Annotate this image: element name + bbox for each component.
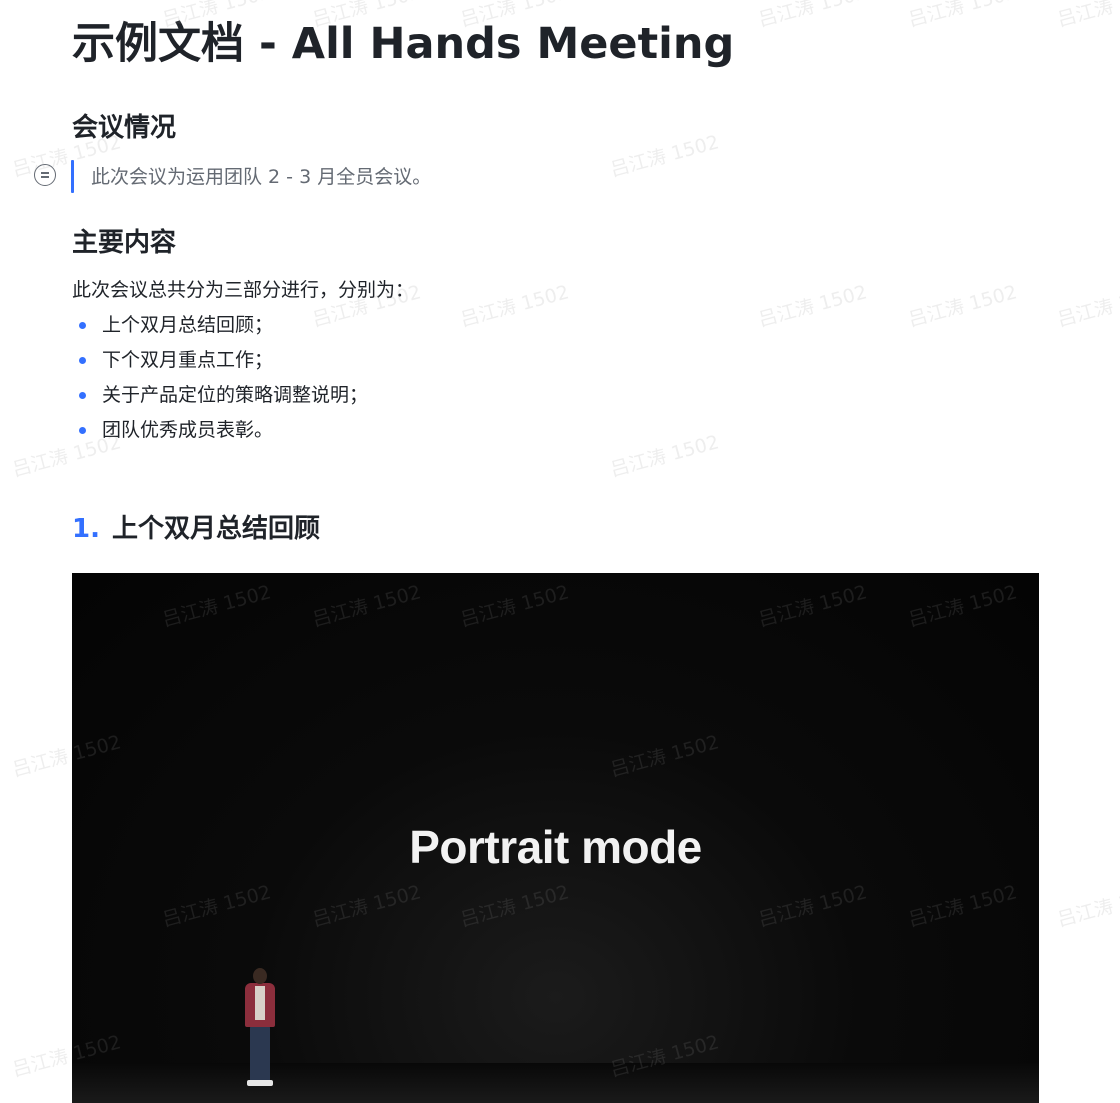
list-item[interactable]: 下个双月重点工作； (72, 344, 368, 379)
stage-floor (72, 1063, 1039, 1103)
list-item[interactable]: 团队优秀成员表彰。 (72, 414, 368, 449)
bullet-dot-icon (79, 357, 86, 364)
presenter-figure (240, 966, 280, 1091)
list-item-text: 关于产品定位的策略调整说明； (102, 384, 369, 406)
bullet-dot-icon (79, 392, 86, 399)
watermark-text: 吕江涛 1502 (906, 281, 1020, 332)
watermark-text: 吕江涛 1502 (1055, 881, 1120, 932)
callout-text[interactable]: 此次会议为运用团队 2 - 3 月全员会议。 (91, 161, 431, 193)
heading-main-content[interactable]: 主要内容 (72, 225, 176, 261)
heading-number: 1. (72, 514, 100, 544)
document-title[interactable]: 示例文档 - All Hands Meeting (72, 14, 734, 74)
watermark-text: 吕江涛 1502 (1055, 281, 1120, 332)
watermark-text: 吕江涛 1502 (756, 281, 870, 332)
heading-review[interactable]: 1. 上个双月总结回顾 (72, 510, 320, 548)
list-item-text: 团队优秀成员表彰。 (102, 419, 274, 441)
watermark-text: 吕江涛 1502 (756, 0, 870, 32)
embedded-video[interactable]: Portrait mode (72, 573, 1039, 1103)
watermark-text: 吕江涛 1502 (906, 0, 1020, 32)
watermark-text: 吕江涛 1502 (458, 281, 572, 332)
list-item-text: 上个双月总结回顾； (102, 314, 274, 336)
watermark-text: 吕江涛 1502 (608, 431, 722, 482)
intro-paragraph[interactable]: 此次会议总共分为三部分进行，分别为： (72, 274, 414, 306)
video-caption: Portrait mode (409, 821, 702, 873)
callout-accent-bar (71, 160, 74, 193)
list-item[interactable]: 关于产品定位的策略调整说明； (72, 379, 368, 414)
list-item[interactable]: 上个双月总结回顾； (72, 309, 368, 344)
heading-review-text: 上个双月总结回顾 (111, 514, 320, 544)
list-item-text: 下个双月重点工作； (102, 349, 274, 371)
list-circle-icon[interactable] (34, 164, 56, 186)
callout-block[interactable]: 此次会议为运用团队 2 - 3 月全员会议。 (32, 160, 632, 194)
bullet-dot-icon (79, 427, 86, 434)
bullet-list: 上个双月总结回顾； 下个双月重点工作； 关于产品定位的策略调整说明； 团队优秀成… (72, 309, 368, 449)
bullet-dot-icon (79, 322, 86, 329)
watermark-text: 吕江涛 1502 (1055, 0, 1120, 32)
heading-meeting-info[interactable]: 会议情况 (72, 110, 176, 146)
document-page: 示例文档 - All Hands Meeting 会议情况 此次会议为运用团队 … (0, 0, 1120, 1103)
